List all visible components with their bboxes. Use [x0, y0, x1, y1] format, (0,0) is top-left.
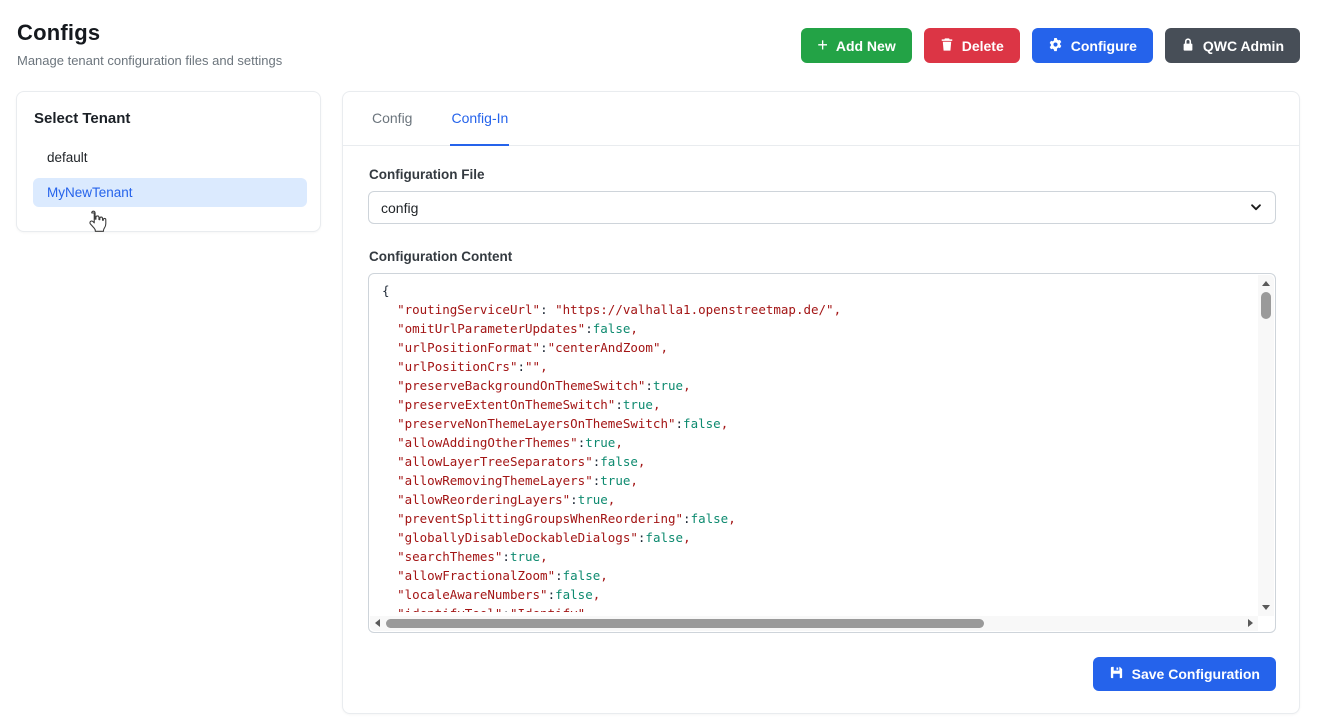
- save-row: Save Configuration: [368, 657, 1276, 691]
- configuration-file-select-wrap: config: [368, 191, 1276, 224]
- scroll-down-arrow-icon[interactable]: [1262, 605, 1270, 610]
- horizontal-scrollbar-thumb[interactable]: [386, 619, 984, 628]
- toolbar-actions: + Add New Delete Configure QWC Admin: [801, 28, 1300, 63]
- qwc-admin-button[interactable]: QWC Admin: [1165, 28, 1300, 63]
- qwc-admin-label: QWC Admin: [1203, 38, 1284, 54]
- vertical-scrollbar-thumb[interactable]: [1261, 292, 1271, 319]
- save-configuration-label: Save Configuration: [1132, 666, 1260, 682]
- page-subtitle: Manage tenant configuration files and se…: [17, 53, 282, 68]
- configure-button[interactable]: Configure: [1032, 28, 1153, 63]
- floppy-disk-icon: [1109, 665, 1124, 683]
- configuration-content-label: Configuration Content: [369, 249, 1276, 264]
- gear-icon: [1048, 37, 1063, 55]
- config-panel: Config Config-In Configuration File conf…: [342, 91, 1300, 714]
- delete-label: Delete: [962, 38, 1004, 54]
- page-title: Configs: [17, 20, 282, 46]
- configuration-file-select[interactable]: config: [368, 191, 1276, 224]
- tab-bar: Config Config-In: [343, 92, 1299, 146]
- trash-icon: [940, 37, 954, 55]
- configuration-file-label: Configuration File: [369, 167, 1276, 182]
- config-panel-body: Configuration File config Configuration …: [343, 146, 1299, 691]
- content-layout: Select Tenant default MyNewTenant Config…: [0, 91, 1319, 714]
- config-content-code[interactable]: { "routingServiceUrl": "https://valhalla…: [382, 281, 1251, 612]
- plus-icon: +: [817, 36, 828, 54]
- configure-label: Configure: [1071, 38, 1137, 54]
- scroll-right-arrow-icon[interactable]: [1248, 619, 1253, 627]
- tenant-item-mynewtenant[interactable]: MyNewTenant: [33, 178, 307, 207]
- tenant-panel: Select Tenant default MyNewTenant: [16, 91, 321, 232]
- add-new-button[interactable]: + Add New: [801, 28, 911, 63]
- tenant-item-default[interactable]: default: [33, 143, 307, 172]
- config-content-editor[interactable]: { "routingServiceUrl": "https://valhalla…: [368, 273, 1276, 633]
- add-new-label: Add New: [836, 38, 896, 54]
- tab-config-in[interactable]: Config-In: [450, 92, 509, 146]
- page-heading: Configs Manage tenant configuration file…: [17, 20, 282, 68]
- tenant-panel-title: Select Tenant: [34, 110, 307, 127]
- tab-config[interactable]: Config: [371, 92, 413, 146]
- scroll-left-arrow-icon[interactable]: [375, 619, 380, 627]
- scroll-up-arrow-icon[interactable]: [1262, 281, 1270, 286]
- horizontal-scrollbar[interactable]: [370, 616, 1258, 631]
- lock-icon: [1181, 37, 1195, 55]
- save-configuration-button[interactable]: Save Configuration: [1093, 657, 1276, 691]
- top-bar: Configs Manage tenant configuration file…: [0, 0, 1319, 68]
- vertical-scrollbar[interactable]: [1258, 275, 1274, 616]
- tenant-list: default MyNewTenant: [33, 143, 307, 207]
- delete-button[interactable]: Delete: [924, 28, 1020, 63]
